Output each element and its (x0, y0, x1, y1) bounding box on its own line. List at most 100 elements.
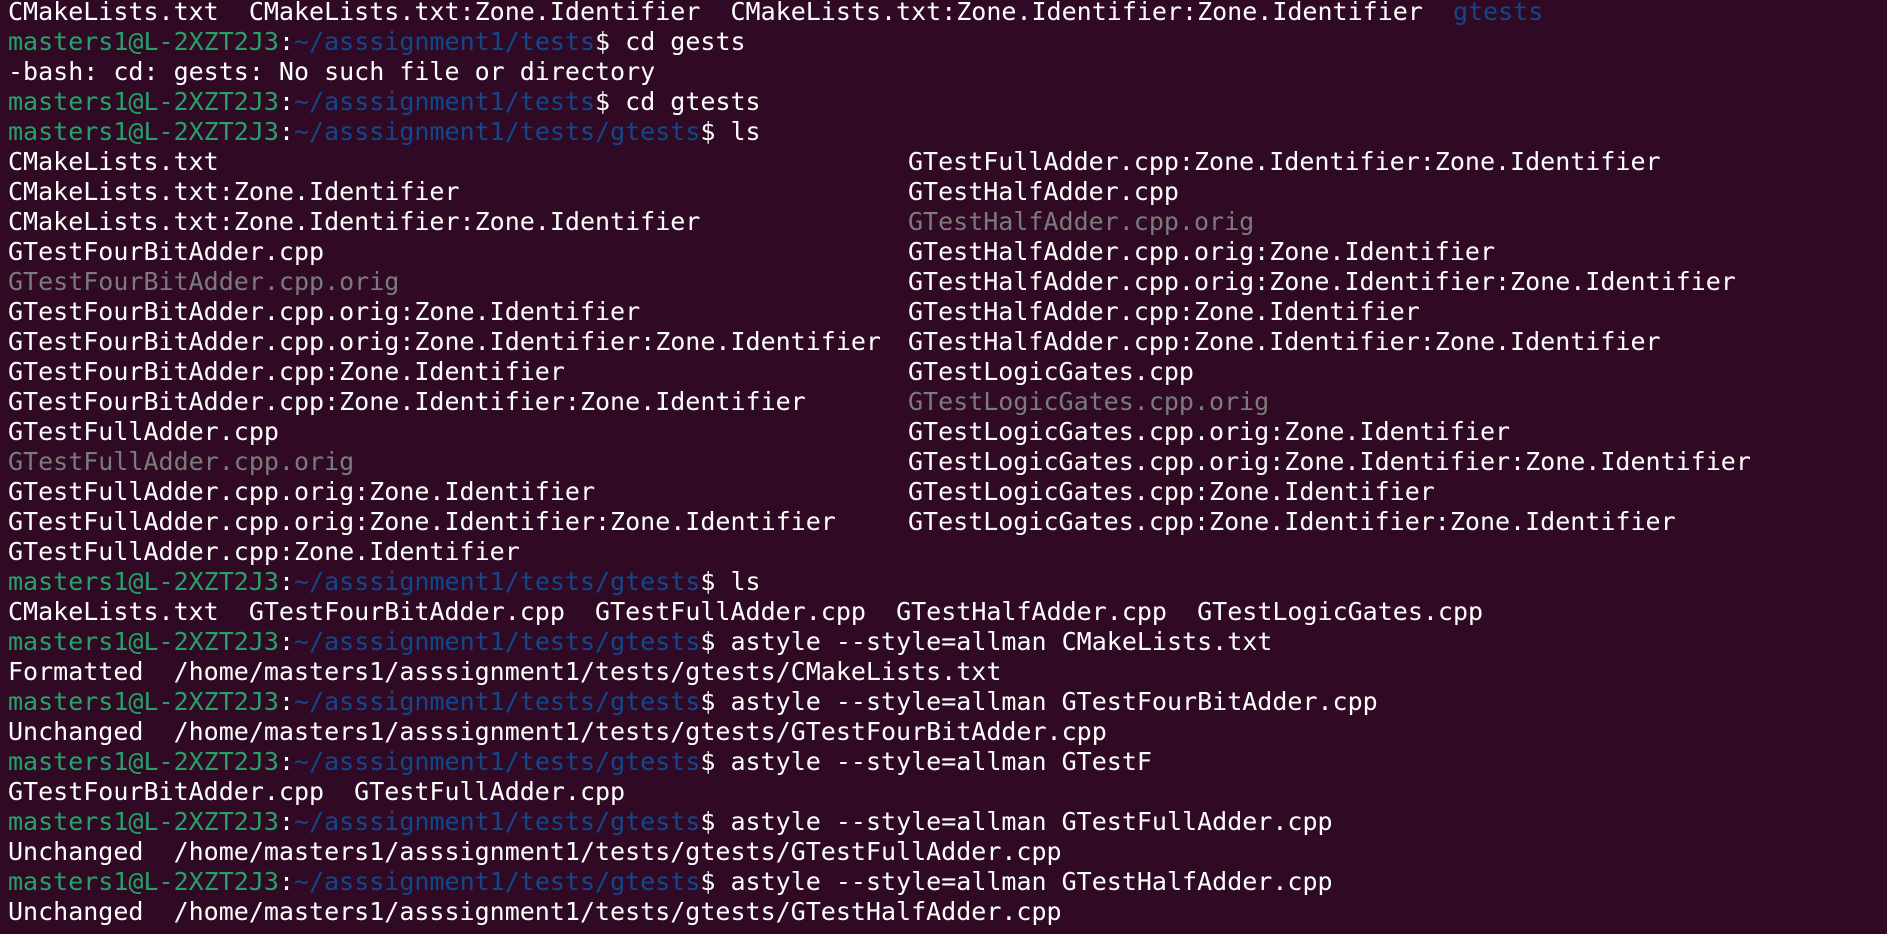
prompt-colon: : (278, 87, 294, 116)
prompt-user-host: masters1@L-2XZT2J3 (8, 27, 279, 56)
file-name: GTestHalfAdder.cpp (896, 597, 1167, 626)
prompt-user-host: masters1@L-2XZT2J3 (8, 567, 279, 596)
ls-row: GTestFullAdder.cpp:Zone.Identifier (8, 537, 1887, 567)
prompt-path: ~/asssignment1/tests/gtests (294, 807, 701, 836)
terminal-window[interactable]: CMakeLists.txt CMakeLists.txt:Zone.Ident… (0, 0, 1887, 931)
prompt-path: ~/asssignment1/tests/gtests (294, 117, 701, 146)
prompt-colon: : (278, 567, 294, 596)
prompt-colon: : (278, 867, 294, 896)
prompt-line: masters1@L-2XZT2J3:~/asssignment1/tests/… (8, 867, 1887, 897)
file-name: GTestHalfAdder.cpp.orig:Zone.Identifier (908, 237, 1495, 266)
file-name: GTestFourBitAdder.cpp:Zone.Identifier (8, 357, 565, 386)
prompt-user-host: masters1@L-2XZT2J3 (8, 867, 279, 896)
backup-file-name: GTestHalfAdder.cpp.orig (908, 207, 1255, 236)
prompt-line: masters1@L-2XZT2J3:~/asssignment1/tests$… (8, 87, 1887, 117)
file-name: GTestFourBitAdder.cpp:Zone.Identifier:Zo… (8, 387, 806, 416)
prompt-colon: : (278, 807, 294, 836)
file-name: GTestHalfAdder.cpp:Zone.Identifier (908, 297, 1420, 326)
file-name: GTestFullAdder.cpp (8, 417, 279, 446)
file-name: CMakeLists.txt (8, 597, 219, 626)
file-name: GTestHalfAdder.cpp (908, 177, 1179, 206)
prompt-dollar: $ (595, 87, 626, 116)
output-line-first: CMakeLists.txt CMakeLists.txt:Zone.Ident… (8, 0, 1887, 27)
prompt-path: ~/asssignment1/tests/gtests (294, 627, 701, 656)
prompt-dollar: $ (700, 567, 731, 596)
prompt-colon: : (278, 117, 294, 146)
prompt-dollar: $ (595, 27, 626, 56)
prompt-line: masters1@L-2XZT2J3:~/asssignment1/tests/… (8, 807, 1887, 837)
prompt-user-host: masters1@L-2XZT2J3 (8, 627, 279, 656)
ls-row: GTestFourBitAdder.cpp.orig GTestHalfAdder… (8, 267, 1887, 297)
prompt-line: masters1@L-2XZT2J3:~/asssignment1/tests/… (8, 747, 1887, 777)
file-name: GTestLogicGates.cpp (908, 357, 1194, 386)
file-name: CMakeLists.txt:Zone.Identifier (248, 0, 701, 26)
file-name: GTestHalfAdder.cpp.orig:Zone.Identifier:… (908, 267, 1736, 296)
error-line: -bash: cd: gests: No such file or direct… (8, 57, 656, 86)
prompt-line: masters1@L-2XZT2J3:~/asssignment1/tests/… (8, 627, 1887, 657)
prompt-path: ~/asssignment1/tests/gtests (294, 687, 701, 716)
prompt-line: masters1@L-2XZT2J3:~/asssignment1/tests/… (8, 687, 1887, 717)
prompt-path: ~/asssignment1/tests/gtests (294, 747, 701, 776)
prompt-user-host: masters1@L-2XZT2J3 (8, 747, 279, 776)
prompt-path: ~/asssignment1/tests (294, 87, 596, 116)
ls-row: GTestFourBitAdder.cpp GTestHalfAdder.cpp.… (8, 237, 1887, 267)
ls-row: GTestFourBitAdder.cpp.orig:Zone.Identifi… (8, 327, 1887, 357)
prompt-line: masters1@L-2XZT2J3:~/asssignment1/tests/… (8, 567, 1887, 597)
command-text: cd gests (625, 27, 746, 56)
backup-file-name: GTestFullAdder.cpp.orig (8, 447, 355, 476)
backup-file-name: GTestFourBitAdder.cpp.orig (8, 267, 400, 296)
file-name: GTestFullAdder.cpp.orig:Zone.Identifier:… (8, 507, 836, 536)
command-text: astyle --style=allman CMakeLists.txt (730, 627, 1273, 656)
prompt-user-host: masters1@L-2XZT2J3 (8, 807, 279, 836)
ls-row: GTestFullAdder.cpp.orig:Zone.Identifier G… (8, 477, 1887, 507)
prompt-dollar: $ (700, 747, 731, 776)
prompt-user-host: masters1@L-2XZT2J3 (8, 117, 279, 146)
file-name: GTestLogicGates.cpp.orig:Zone.Identifier (908, 417, 1511, 446)
ls-row: GTestFullAdder.cpp GTestLogicGates.cpp.or… (8, 417, 1887, 447)
file-name: GTestLogicGates.cpp:Zone.Identifier (908, 477, 1435, 506)
directory-name: gtests (1452, 0, 1544, 26)
file-name: GTestFourBitAdder.cpp (8, 237, 325, 266)
output-line: Unchanged /home/masters1/asssignment1/te… (8, 897, 1062, 926)
file-name: GTestLogicGates.cpp (1197, 597, 1484, 626)
file-name: GTestFourBitAdder.cpp.orig:Zone.Identifi… (8, 297, 641, 326)
file-name: CMakeLists.txt (8, 0, 219, 26)
file-name: CMakeLists.txt:Zone.Identifier:Zone.Iden… (730, 0, 1423, 26)
ls-row: GTestFourBitAdder.cpp:Zone.Identifier:Zo… (8, 387, 1887, 417)
prompt-path: ~/asssignment1/tests (294, 27, 596, 56)
ls-row: CMakeLists.txt:Zone.Identifier GTestHalfA… (8, 177, 1887, 207)
file-name: CMakeLists.txt (8, 147, 219, 176)
command-text: astyle --style=allman GTestFourBitAdder.… (730, 687, 1378, 716)
ls-row: GTestFullAdder.cpp.orig:Zone.Identifier:… (8, 507, 1887, 537)
command-text: ls (730, 567, 761, 596)
file-name: GTestFullAdder.cpp:Zone.Identifier (8, 537, 520, 566)
command-text: astyle --style=allman GTestF (730, 747, 1152, 776)
file-name: GTestFullAdder.cpp.orig:Zone.Identifier (8, 477, 595, 506)
prompt-dollar: $ (700, 687, 731, 716)
ls-row: GTestFullAdder.cpp.orig GTestLogicGates.c… (8, 447, 1887, 477)
file-name: CMakeLists.txt:Zone.Identifier (8, 177, 460, 206)
prompt-dollar: $ (700, 117, 731, 146)
file-name: GTestHalfAdder.cpp:Zone.Identifier:Zone.… (908, 327, 1661, 356)
file-name: GTestFullAdder.cpp (595, 597, 866, 626)
ls-row: GTestFourBitAdder.cpp.orig:Zone.Identifi… (8, 297, 1887, 327)
completion-output: GTestFourBitAdder.cpp GTestFullAdder.cpp (8, 777, 626, 806)
ls-row: CMakeLists.txt:Zone.Identifier:Zone.Iden… (8, 207, 1887, 237)
prompt-colon: : (278, 627, 294, 656)
prompt-path: ~/asssignment1/tests/gtests (294, 567, 701, 596)
prompt-dollar: $ (700, 867, 731, 896)
ls-row: CMakeLists.txt GTestFullAdder.cpp:Zone.Id… (8, 147, 1887, 177)
file-name: GTestFullAdder.cpp:Zone.Identifier:Zone.… (908, 147, 1661, 176)
prompt-user-host: masters1@L-2XZT2J3 (8, 87, 279, 116)
command-text: astyle --style=allman GTestHalfAdder.cpp (730, 867, 1333, 896)
prompt-line: masters1@L-2XZT2J3:~/asssignment1/tests/… (8, 117, 1887, 147)
ls-short-listing: CMakeLists.txt GTestFourBitAdder.cpp GTe… (8, 597, 1887, 627)
ls-listing: CMakeLists.txt GTestFullAdder.cpp:Zone.Id… (8, 147, 1887, 567)
prompt-user-host: masters1@L-2XZT2J3 (8, 687, 279, 716)
prompt-colon: : (278, 747, 294, 776)
prompt-path: ~/asssignment1/tests/gtests (294, 867, 701, 896)
output-line: Unchanged /home/masters1/asssignment1/te… (8, 837, 1062, 866)
output-line: Unchanged /home/masters1/asssignment1/te… (8, 717, 1107, 746)
prompt-colon: : (278, 687, 294, 716)
prompt-dollar: $ (700, 627, 731, 656)
